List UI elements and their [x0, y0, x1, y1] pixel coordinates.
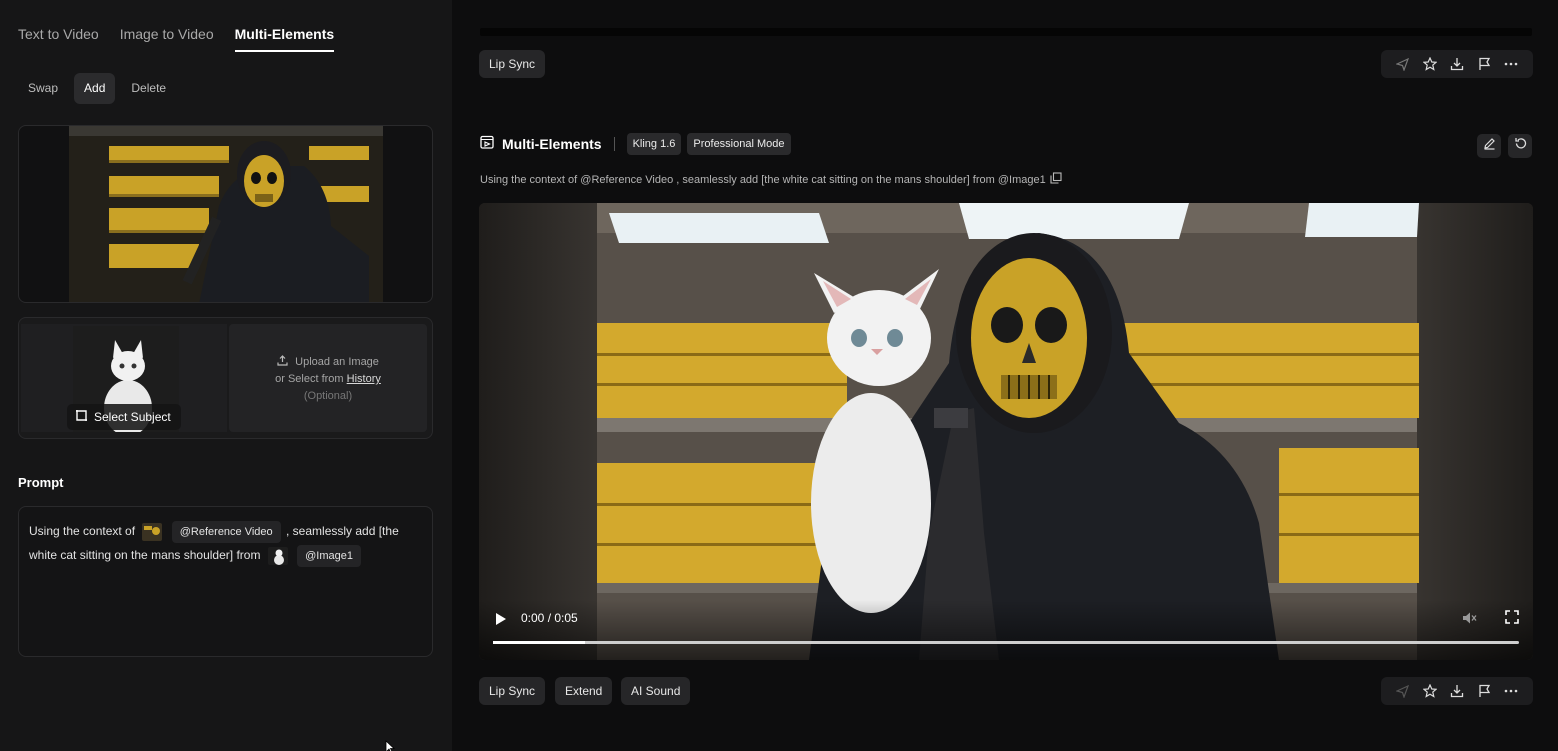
tab-multi-elements[interactable]: Multi-Elements [234, 26, 335, 52]
upload-icon [277, 355, 295, 368]
upload-select-prefix: or Select from [275, 373, 344, 385]
previous-video-edge [480, 28, 1532, 36]
download-icon[interactable] [1449, 56, 1465, 72]
image1-chip[interactable]: @Image1 [297, 544, 361, 567]
flag-icon[interactable] [1476, 56, 1492, 72]
share-icon[interactable] [1395, 683, 1411, 699]
result-title: Multi-Elements [502, 136, 602, 152]
reference-video-thumbnail [69, 126, 383, 302]
video-frame [479, 203, 1533, 660]
left-panel: Text to Video Image to Video Multi-Eleme… [0, 0, 452, 751]
prompt-heading: Prompt [18, 475, 64, 490]
history-link[interactable]: History [347, 373, 381, 385]
edit-icon [1483, 137, 1496, 155]
fullscreen-icon[interactable] [1505, 610, 1519, 629]
results-area: Lip Sync Multi-Elements Kling 1.6 Profes… [452, 0, 1558, 751]
title-separator [613, 137, 615, 151]
upload-image-slot[interactable]: Upload an Image or Select from History (… [229, 324, 427, 432]
upload-label: Upload an Image [295, 356, 379, 368]
result-header: Multi-Elements Kling 1.6 Professional Mo… [480, 133, 797, 155]
more-icon[interactable] [1503, 56, 1519, 72]
bottom-actions-bar [1381, 677, 1533, 705]
video-controls: 0:00 / 0:05 [479, 600, 1533, 660]
element-image-slot[interactable]: Select Subject [21, 324, 227, 432]
reference-video-chip[interactable]: @Reference Video [171, 520, 281, 543]
add-button[interactable]: Add [74, 73, 116, 104]
result-prompt: Using the context of @Reference Video , … [480, 172, 1062, 187]
delete-button[interactable]: Delete [121, 73, 176, 104]
lip-sync-button[interactable]: Lip Sync [479, 677, 546, 705]
crop-frame-icon [75, 409, 88, 425]
play-icon[interactable] [495, 612, 507, 631]
prompt-input[interactable]: Using the context of @Reference Video , … [18, 506, 433, 657]
flag-icon[interactable] [1476, 683, 1492, 699]
lip-sync-button-top[interactable]: Lip Sync [479, 50, 546, 78]
model-badge: Kling 1.6 [626, 133, 682, 155]
video-time: 0:00 / 0:05 [521, 611, 578, 625]
select-subject-label: Select Subject [94, 410, 171, 424]
tab-text-to-video[interactable]: Text to Video [18, 26, 99, 52]
select-subject-button[interactable]: Select Subject [67, 404, 181, 430]
download-icon[interactable] [1449, 683, 1465, 699]
star-icon[interactable] [1422, 56, 1438, 72]
mouse-cursor-icon [385, 740, 396, 751]
tab-image-to-video[interactable]: Image to Video [120, 26, 214, 52]
operation-tabs: Swap Add Delete [18, 73, 182, 104]
top-actions-bar [1381, 50, 1533, 78]
element-image-box: Select Subject Upload an Image or Select… [18, 317, 433, 439]
more-icon[interactable] [1503, 683, 1519, 699]
share-icon[interactable] [1395, 56, 1411, 72]
ai-sound-button[interactable]: AI Sound [621, 677, 691, 705]
result-prompt-text: Using the context of @Reference Video , … [480, 173, 1046, 186]
swap-button[interactable]: Swap [18, 73, 68, 104]
mode-badge: Professional Mode [687, 133, 791, 155]
edit-button[interactable] [1477, 134, 1501, 158]
image1-mini-thumb [267, 546, 288, 565]
reference-video-mini-thumb [142, 522, 163, 541]
multi-elements-icon [480, 135, 494, 154]
mute-icon[interactable] [1461, 610, 1477, 631]
video-progress-bar[interactable] [493, 641, 1519, 644]
video-player[interactable]: 0:00 / 0:05 [479, 203, 1533, 660]
video-progress-fill [493, 641, 586, 644]
reference-video-box[interactable] [18, 125, 433, 303]
copy-icon[interactable] [1050, 172, 1062, 187]
prompt-text-1: Using the context of [29, 524, 136, 538]
refresh-icon [1514, 137, 1527, 155]
mode-tabs: Text to Video Image to Video Multi-Eleme… [18, 26, 355, 52]
upload-optional-label: (Optional) [303, 390, 353, 402]
star-icon[interactable] [1422, 683, 1438, 699]
regenerate-button[interactable] [1508, 134, 1532, 158]
extend-button[interactable]: Extend [555, 677, 613, 705]
